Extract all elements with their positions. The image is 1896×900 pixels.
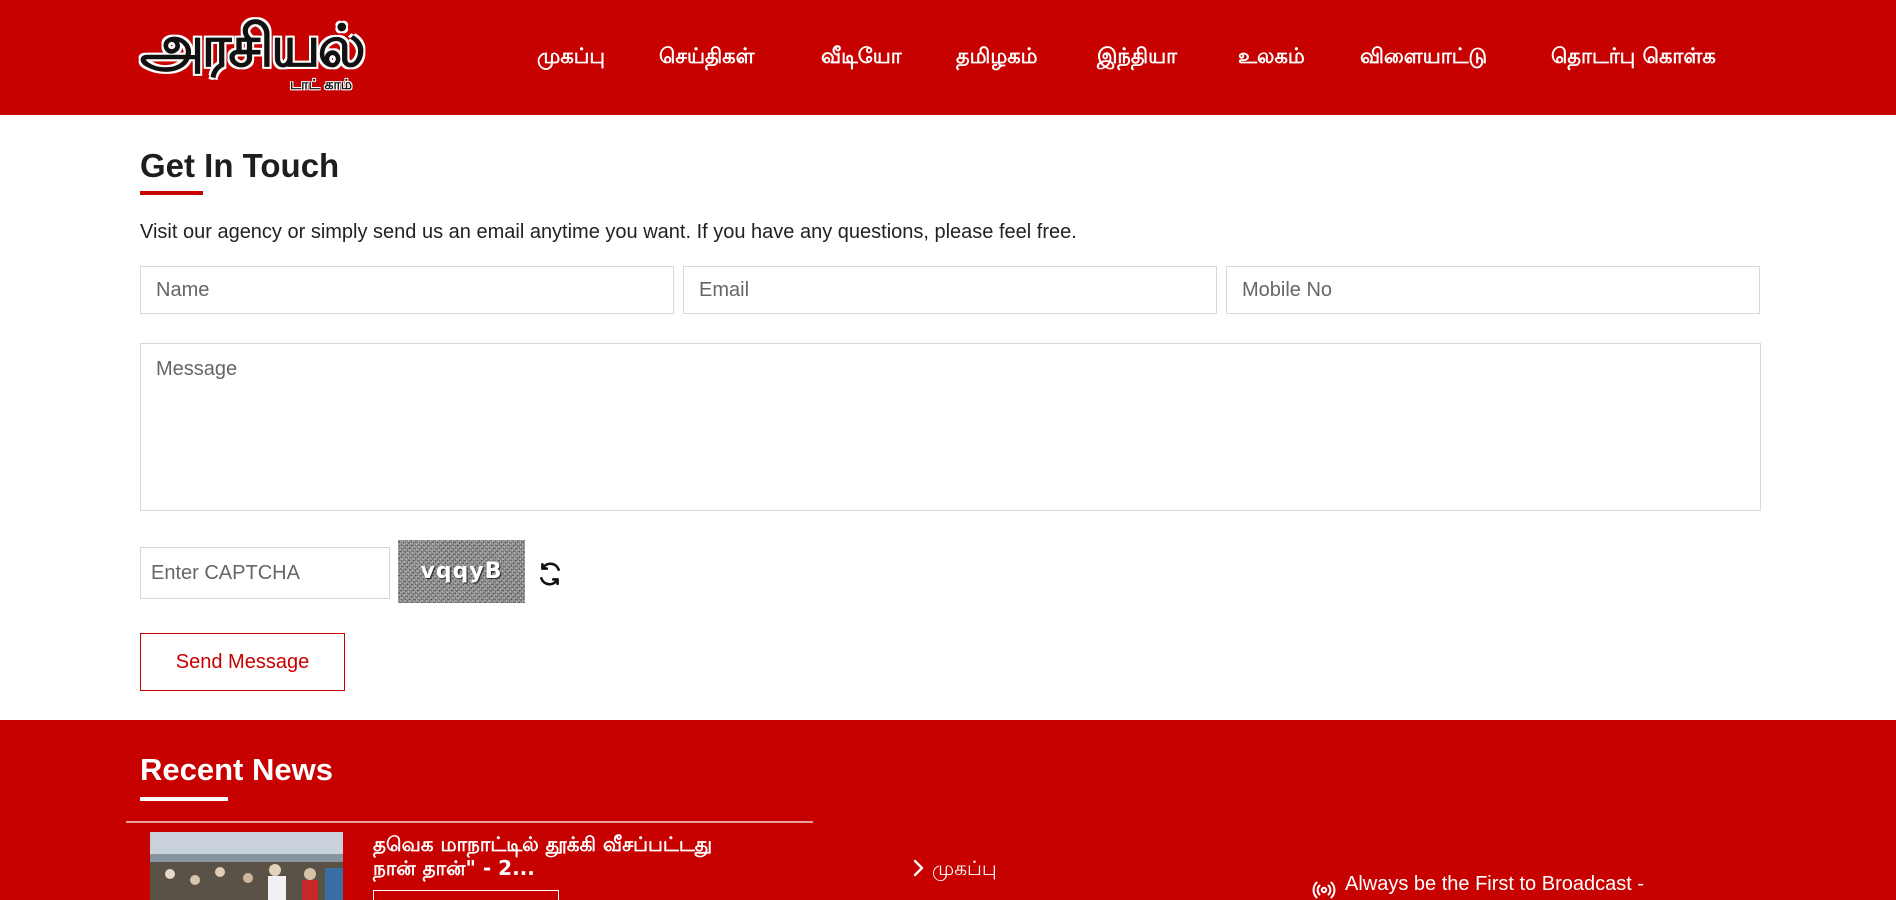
captcha-code: vqqyB — [420, 559, 503, 584]
captcha-input[interactable] — [140, 547, 390, 599]
logo-subtitle: டாட் காம் — [289, 77, 352, 93]
nav-item-india[interactable]: இந்தியா — [1097, 40, 1177, 72]
broadcast-icon — [1312, 878, 1336, 900]
contact-title: Get In Touch — [140, 147, 340, 184]
recent-news-underline — [140, 797, 228, 801]
news-thumbnail[interactable] — [150, 832, 343, 900]
name-field[interactable] — [140, 266, 674, 314]
recent-news-title: Recent News — [140, 752, 333, 787]
logo-wordmark: அரசியல் — [140, 12, 366, 80]
broadcast-text: Always be the First to Broadcast - — [1345, 873, 1645, 895]
captcha-image: vqqyB — [398, 540, 525, 603]
send-message-button[interactable]: Send Message — [140, 633, 345, 691]
mobile-field[interactable] — [1226, 266, 1760, 314]
email-field[interactable] — [683, 266, 1217, 314]
site-header: அரசியல் டாட் காம் முகப்பு செய்திகள் வீடி… — [0, 0, 1896, 115]
nav-item-sports[interactable]: விளையாட்டு — [1360, 40, 1487, 72]
footer-link-label: முகப்பு — [932, 856, 997, 880]
title-underline — [140, 191, 203, 195]
nav-item-home[interactable]: முகப்பு — [537, 40, 605, 72]
nav-item-tamilnadu[interactable]: தமிழகம் — [956, 40, 1038, 72]
chevron-right-icon — [912, 858, 926, 882]
nav-item-world[interactable]: உலகம் — [1238, 40, 1305, 72]
news-item-tag[interactable] — [373, 890, 559, 900]
nav-item-news[interactable]: செய்திகள் — [659, 40, 755, 72]
contact-intro: Visit our agency or simply send us an em… — [140, 221, 1077, 243]
refresh-icon[interactable] — [537, 561, 563, 587]
message-field[interactable] — [140, 343, 1761, 511]
footer-divider — [126, 821, 813, 823]
news-item-title[interactable]: தவெக மாநாட்டில் தூக்கி வீசப்பட்டது நான் … — [373, 832, 753, 880]
site-logo[interactable]: அரசியல் டாட் காம் — [140, 14, 366, 100]
nav-item-video[interactable]: வீடியோ — [821, 40, 902, 72]
site-footer: Recent News தவெக மாநாட்டில் தூக்கி வீசப்… — [0, 720, 1896, 900]
nav-item-contact[interactable]: தொடர்பு கொள்க — [1551, 40, 1716, 72]
